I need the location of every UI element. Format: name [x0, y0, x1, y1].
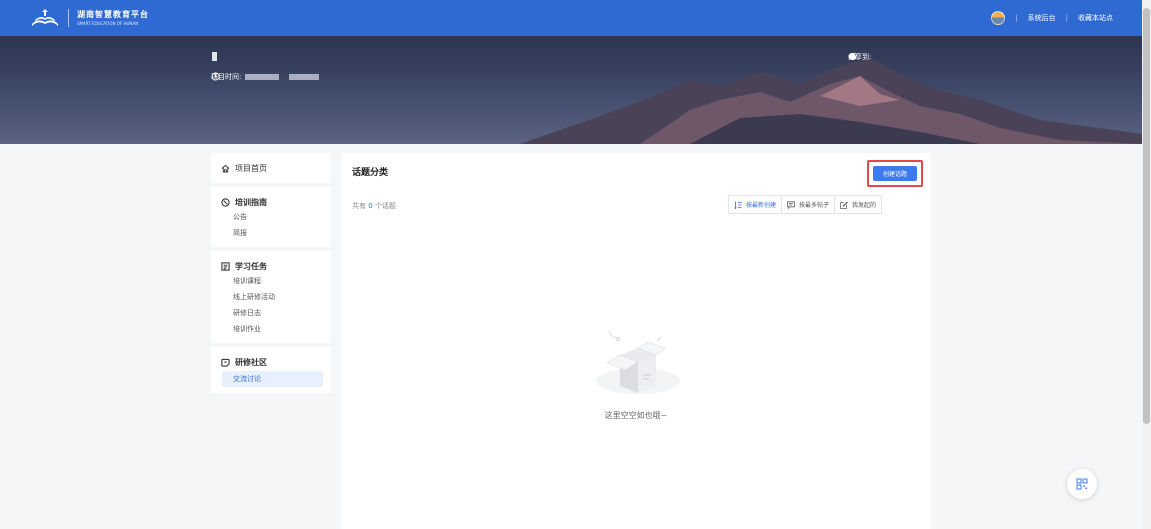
home-icon	[221, 164, 230, 173]
create-button-highlight: 创建话题	[867, 160, 923, 187]
sidebar-item-brief[interactable]: 简报	[211, 225, 331, 241]
project-sidebar: 项目首页 培训指南 公告 简报 学习任务 培训课程 线上研修活动 研修日志 培训…	[211, 153, 331, 397]
nav-separator: |	[1065, 14, 1068, 22]
empty-state-text: 这里空空如也哦~	[604, 411, 668, 420]
sort-most-posts-label: 按最多帖子	[799, 202, 830, 209]
edit-icon	[840, 201, 849, 209]
sort-options: 按最新创建 按最多帖子 我发起的	[728, 195, 883, 214]
logo-title: 湖南智慧教育平台	[77, 9, 149, 19]
qr-code-button[interactable]	[1067, 469, 1097, 499]
topic-panel: 话题分类 创建话题 共有 0 个话题 按最新创建 按最多帖子 我发起的 这里空空…	[341, 153, 931, 529]
count-prefix: 共有	[352, 202, 366, 210]
sidebar-group-title: 培训指南	[211, 195, 331, 209]
qr-code-icon	[1076, 478, 1088, 490]
project-time: 项目时间:	[211, 72, 320, 82]
logo-subtitle: SMART EDUCATION OF HUNAN	[77, 20, 139, 26]
bookmark-link[interactable]: 收藏本站点	[1078, 13, 1113, 23]
create-topic-button[interactable]: 创建话题	[873, 166, 917, 181]
guide-icon	[221, 197, 230, 207]
user-avatar[interactable]	[991, 11, 1006, 25]
logo-text: 湖南智慧教育平台 SMART EDUCATION OF HUNAN	[77, 9, 149, 26]
admin-link[interactable]: 系统后台	[1028, 13, 1056, 23]
project-title-placeholder	[212, 52, 217, 61]
comment-icon	[787, 200, 795, 209]
topic-count: 共有 0 个话题	[352, 201, 396, 211]
scrollbar-thumb[interactable]	[1143, 8, 1150, 424]
sidebar-group-title: 研修社区	[211, 355, 331, 369]
top-bar: 湖南智慧教育平台 SMART EDUCATION OF HUNAN | 系统后台…	[0, 0, 1151, 36]
community-group-label: 研修社区	[235, 357, 267, 367]
mountain-background	[520, 58, 1142, 144]
logo-divider	[68, 9, 69, 27]
count-number: 0	[368, 202, 373, 210]
sidebar-group-community: 研修社区 交流讨论	[211, 347, 331, 393]
sidebar-group-guide: 培训指南 公告 简报	[211, 187, 331, 247]
sidebar-item-online-activities[interactable]: 线上研修活动	[211, 289, 331, 305]
sidebar-home-label: 项目首页	[235, 163, 267, 173]
tasks-group-label: 学习任务	[235, 261, 267, 271]
sort-newest-label: 按最新创建	[746, 202, 777, 209]
sidebar-group-tasks: 学习任务 培训课程 线上研修活动 研修日志 培训作业	[211, 251, 331, 343]
page-title: 话题分类	[352, 168, 389, 178]
sort-mine-label: 我发起的	[852, 202, 877, 209]
time-redacted	[289, 74, 320, 80]
count-suffix: 个话题	[374, 202, 396, 210]
nav-separator: |	[1015, 14, 1018, 22]
community-icon	[221, 358, 230, 367]
guide-group-label: 培训指南	[235, 197, 267, 207]
sort-newest-button[interactable]: 按最新创建	[728, 195, 783, 214]
empty-box-icon	[596, 330, 680, 394]
sidebar-item-discussion[interactable]: 交流讨论	[222, 371, 323, 387]
share-bar: 分享到:	[848, 52, 879, 62]
sort-mine-button[interactable]: 我发起的	[834, 195, 883, 214]
sort-most-posts-button[interactable]: 按最多帖子	[781, 195, 836, 214]
sidebar-item-notice[interactable]: 公告	[211, 209, 331, 225]
qq-icon[interactable]	[848, 52, 857, 61]
sidebar-item-study-log[interactable]: 研修日志	[211, 305, 331, 321]
platform-logo[interactable]: 湖南智慧教育平台 SMART EDUCATION OF HUNAN	[30, 8, 149, 28]
sidebar-group-title: 学习任务	[211, 259, 331, 273]
sidebar-item-home[interactable]: 项目首页	[211, 153, 331, 183]
clock-icon	[211, 72, 220, 81]
page-scrollbar[interactable]	[1142, 0, 1151, 529]
sidebar-item-courses[interactable]: 培训课程	[211, 273, 331, 289]
logo-book-icon	[32, 9, 58, 26]
project-banner: 项目时间: 分享到:	[0, 36, 1142, 144]
top-right-nav: | 系统后台 | 收藏本站点	[991, 0, 1113, 36]
sidebar-item-homework[interactable]: 培训作业	[211, 321, 331, 337]
sort-icon	[734, 201, 742, 209]
time-redacted	[245, 74, 280, 80]
task-icon	[221, 261, 230, 271]
